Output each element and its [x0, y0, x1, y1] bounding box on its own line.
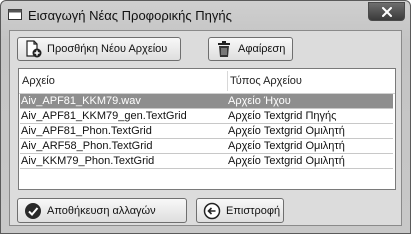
window-icon: [8, 9, 22, 20]
window-title: Εισαγωγή Νέας Προφορικής Πηγής: [28, 8, 232, 23]
file-type-cell: Αρχείο Textgrid Ομιλητή: [228, 125, 345, 137]
table-row[interactable]: Aiv_APF81_KKM79_gen.TextGrid Αρχείο Text…: [20, 109, 393, 124]
file-name-cell: Aiv_KKM79_Phon.TextGrid: [21, 155, 155, 167]
table-row[interactable]: Aiv_KKM79_Phon.TextGrid Αρχείο Textgrid …: [20, 154, 393, 169]
back-arrow-icon: [203, 202, 221, 219]
table-row[interactable]: Aiv_APF81_KKM79.wav Αρχείο Ήχου: [20, 94, 393, 109]
file-name-cell: Aiv_APF81_KKM79_gen.TextGrid: [21, 110, 187, 122]
file-name-cell: Aiv_ARF58_Phon.TextGrid: [21, 140, 153, 152]
table-header: Αρχείο Τύπος Αρχείου: [19, 69, 395, 94]
save-changes-button[interactable]: Αποθήκευση αλλαγών: [17, 198, 187, 223]
save-changes-label: Αποθήκευση αλλαγών: [47, 204, 156, 217]
close-icon: [381, 6, 392, 17]
file-type-cell: Αρχείο Textgrid Ομιλητή: [228, 155, 345, 167]
back-button[interactable]: Επιστροφή: [196, 198, 284, 223]
dialog-window: Εισαγωγή Νέας Προφορικής Πηγής Προσθήκη …: [0, 0, 411, 234]
remove-button[interactable]: Αφαίρεση: [208, 37, 293, 61]
table-row[interactable]: Aiv_APF81_Phon.TextGrid Αρχείο Textgrid …: [20, 124, 393, 139]
title-bar[interactable]: Εισαγωγή Νέας Προφορικής Πηγής: [1, 1, 410, 31]
trash-icon: [218, 41, 230, 57]
column-header-type[interactable]: Τύπος Αρχείου: [230, 69, 302, 93]
file-name-cell: Aiv_APF81_Phon.TextGrid: [21, 125, 152, 137]
add-file-label: Προσθήκη Νέου Αρχείου: [47, 43, 168, 55]
close-button[interactable]: [368, 2, 405, 21]
add-file-button[interactable]: Προσθήκη Νέου Αρχείου: [17, 37, 181, 61]
file-type-cell: Αρχείο Textgrid Πηγής: [228, 110, 337, 122]
column-divider[interactable]: [227, 71, 228, 91]
check-circle-icon: [25, 202, 41, 219]
file-name-cell: Aiv_APF81_KKM79.wav: [21, 95, 141, 107]
table-row[interactable]: Aiv_ARF58_Phon.TextGrid Αρχείο Textgrid …: [20, 139, 393, 154]
column-header-file[interactable]: Αρχείο: [22, 69, 55, 93]
file-type-cell: Αρχείο Ήχου: [228, 95, 291, 107]
file-type-cell: Αρχείο Textgrid Ομιλητή: [228, 140, 345, 152]
add-file-icon: [26, 40, 42, 58]
files-table[interactable]: Αρχείο Τύπος Αρχείου Aiv_APF81_KKM79.wav…: [18, 68, 396, 190]
back-label: Επιστροφή: [226, 204, 281, 217]
remove-label: Αφαίρεση: [238, 43, 286, 55]
